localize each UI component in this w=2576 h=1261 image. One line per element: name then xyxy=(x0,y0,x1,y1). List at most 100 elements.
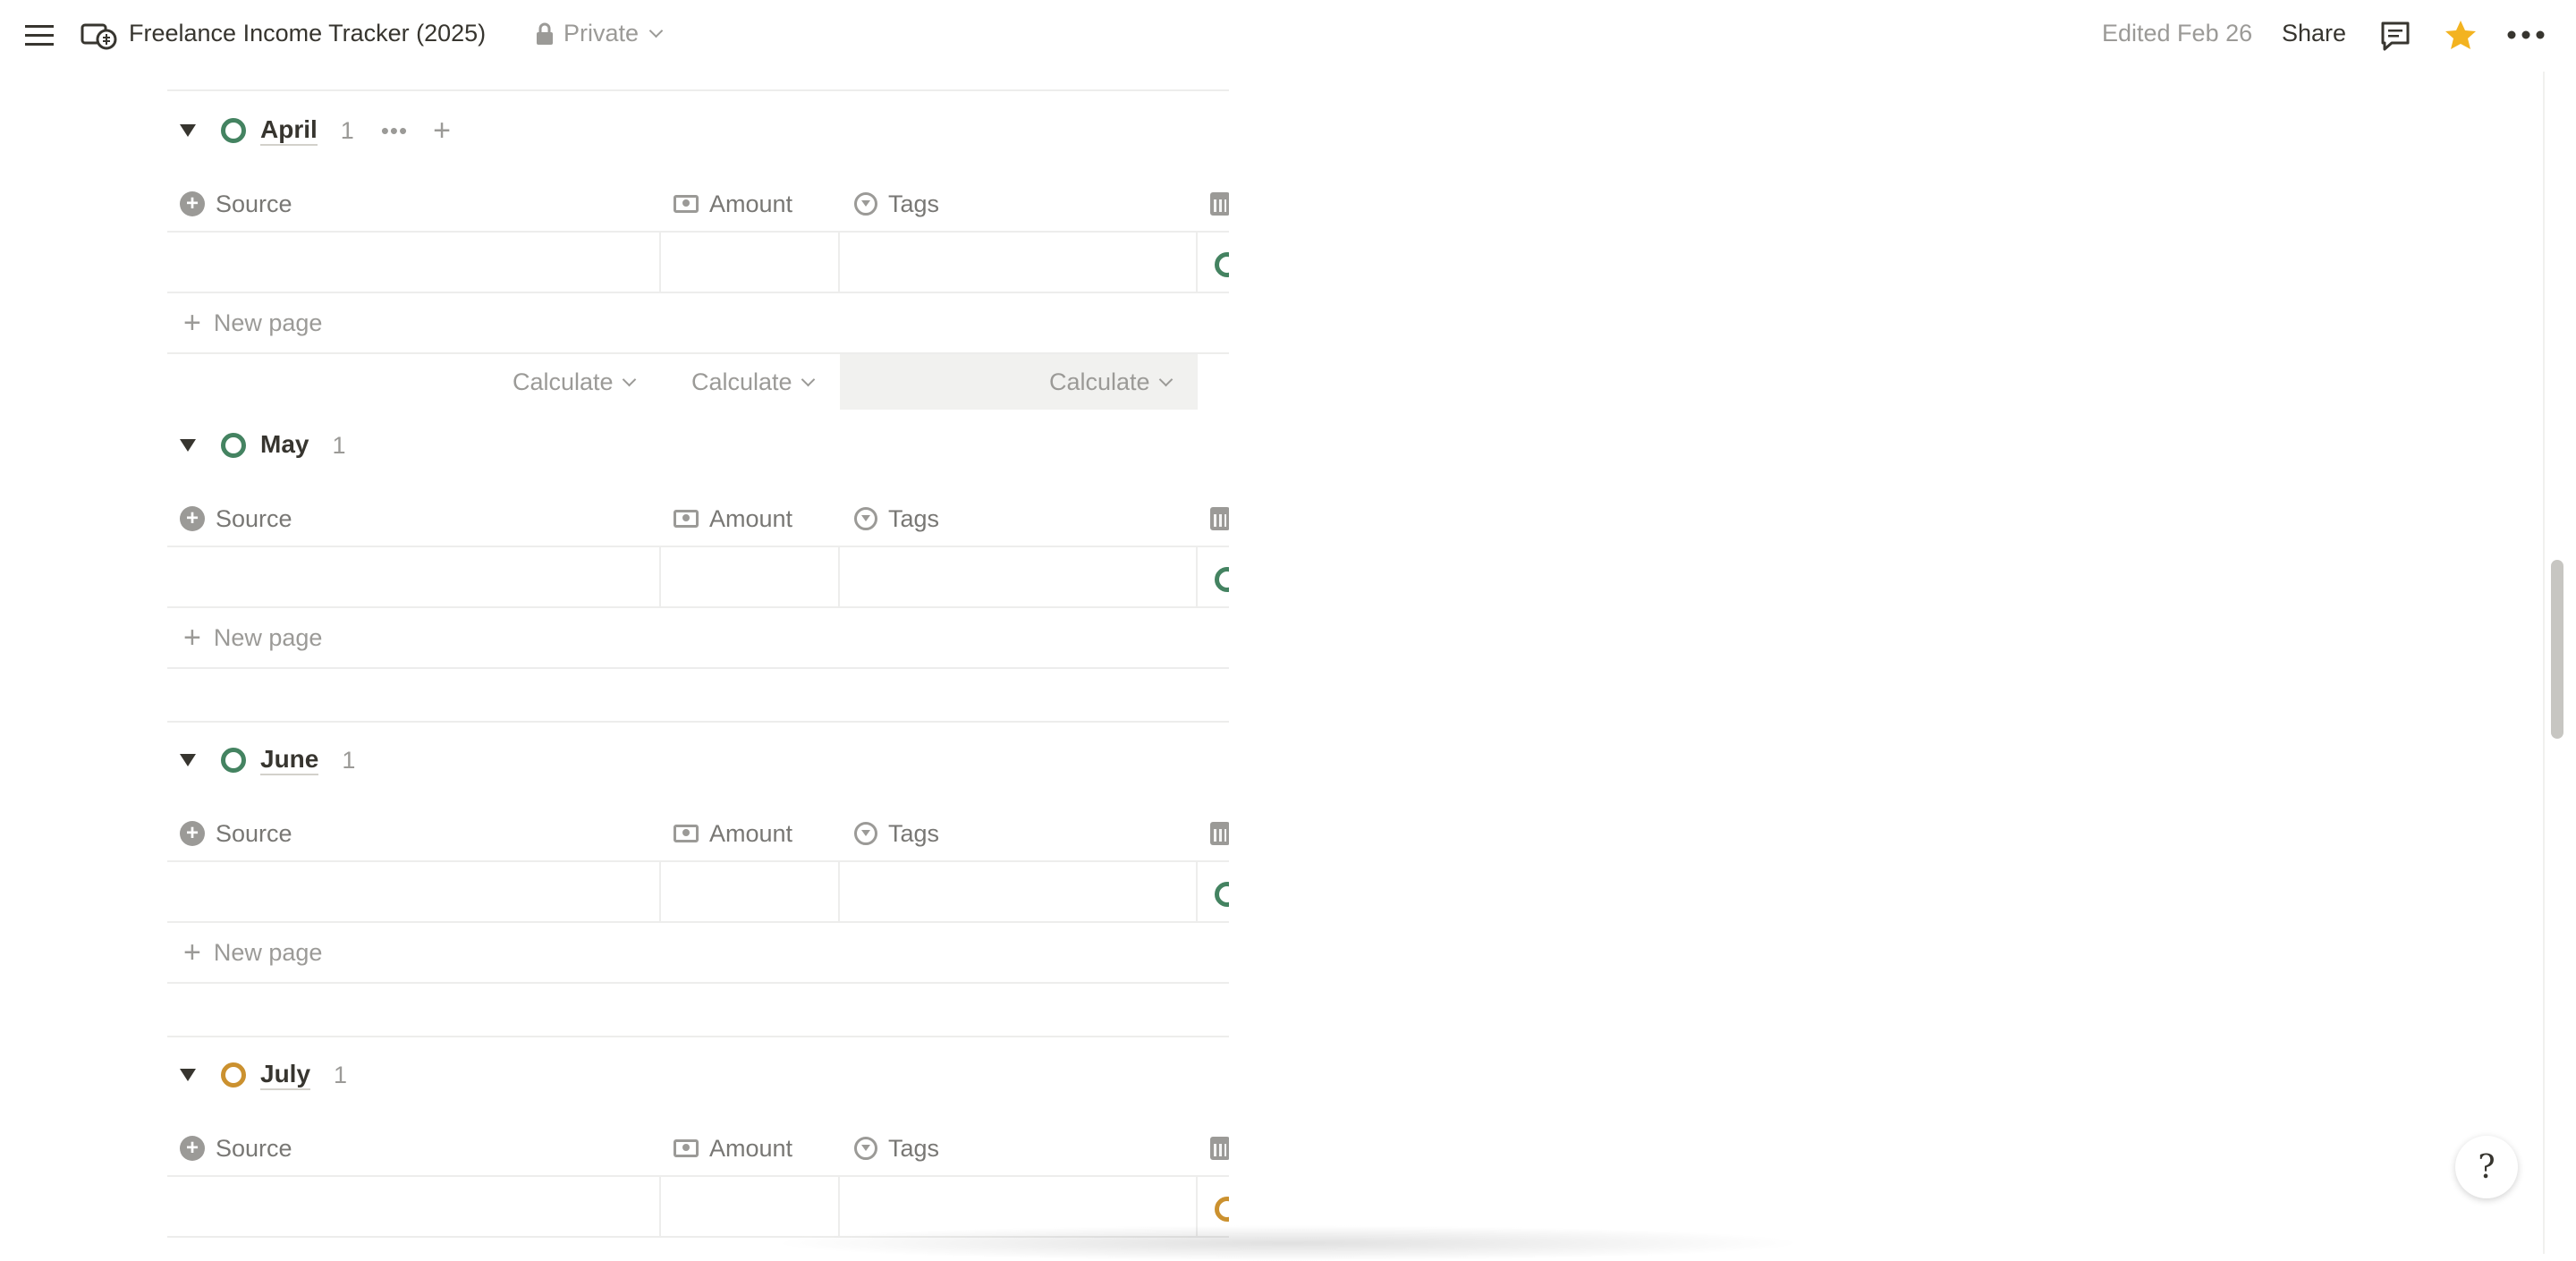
status-icon xyxy=(1215,882,1229,907)
column-tags[interactable]: Tags xyxy=(854,807,939,860)
column-date[interactable] xyxy=(1210,177,1229,231)
column-amount[interactable]: Amount xyxy=(674,1121,792,1175)
select-icon xyxy=(854,822,877,845)
cell-divider xyxy=(659,547,661,606)
column-label: Source xyxy=(216,504,292,532)
column-label: Source xyxy=(216,1134,292,1162)
status-icon xyxy=(221,748,246,773)
group-more-icon[interactable]: ••• xyxy=(381,117,408,145)
board-view: April 1 ••• + + Source Amount Tags + New … xyxy=(167,89,1229,1254)
column-label: Amount xyxy=(709,819,793,847)
column-tags[interactable]: Tags xyxy=(854,177,939,231)
cell-divider xyxy=(838,862,840,921)
calculate-label: Calculate xyxy=(513,368,614,395)
table-row[interactable] xyxy=(167,862,1229,923)
column-amount[interactable]: Amount xyxy=(674,807,792,860)
group-name[interactable]: May xyxy=(260,430,309,461)
select-icon xyxy=(854,507,877,530)
column-source[interactable]: + Source xyxy=(180,492,292,546)
column-source[interactable]: + Source xyxy=(180,177,292,231)
status-icon xyxy=(221,433,246,458)
group-name[interactable]: April xyxy=(260,115,318,146)
column-tags[interactable]: Tags xyxy=(854,1121,939,1175)
new-page-label: New page xyxy=(213,623,323,651)
column-date[interactable] xyxy=(1210,1121,1229,1175)
calendar-icon xyxy=(1210,1137,1229,1160)
scrollbar-track xyxy=(2543,72,2545,1254)
column-amount[interactable]: Amount xyxy=(674,492,792,546)
page-title[interactable]: Freelance Income Tracker (2025) xyxy=(129,20,486,47)
calculate-row: Calculate Calculate Calculate xyxy=(167,354,1229,410)
group-divider xyxy=(167,1036,1229,1037)
plus-circle-icon: + xyxy=(180,821,205,846)
group-april: April 1 ••• + + Source Amount Tags + New … xyxy=(167,104,1229,410)
visibility-menu[interactable]: Private xyxy=(535,20,664,47)
more-options-icon[interactable] xyxy=(2506,21,2546,48)
plus-circle-icon: + xyxy=(180,1136,205,1161)
cell-divider xyxy=(838,547,840,606)
comments-icon[interactable] xyxy=(2379,20,2411,52)
new-page-label: New page xyxy=(213,938,323,966)
column-label: Source xyxy=(216,819,292,847)
group-add-icon[interactable]: + xyxy=(433,114,451,148)
table-header: + Source Amount Tags xyxy=(167,1121,1229,1177)
cell-divider xyxy=(1196,233,1198,292)
chevron-down-icon xyxy=(1158,372,1173,386)
cell-divider xyxy=(659,233,661,292)
menu-icon[interactable] xyxy=(23,20,55,52)
column-amount[interactable]: Amount xyxy=(674,177,792,231)
money-icon xyxy=(674,825,699,842)
scrollbar-thumb[interactable] xyxy=(2551,560,2563,739)
calculate-button[interactable]: Calculate xyxy=(513,354,636,410)
edited-timestamp: Edited Feb 26 xyxy=(2102,20,2253,47)
new-page-button[interactable]: + New page xyxy=(167,923,1229,984)
status-icon xyxy=(221,118,246,143)
collapse-caret-icon[interactable] xyxy=(180,754,196,766)
cell-divider xyxy=(1196,547,1198,606)
chevron-down-icon xyxy=(801,372,815,386)
new-page-button[interactable]: + New page xyxy=(167,608,1229,669)
chevron-down-icon xyxy=(648,23,664,38)
status-icon xyxy=(1215,252,1229,277)
group-may: May 1 + Source Amount Tags + New page xyxy=(167,419,1229,678)
collapse-caret-icon[interactable] xyxy=(180,1069,196,1081)
column-label: Amount xyxy=(709,190,793,217)
calculate-button[interactable]: Calculate xyxy=(691,354,815,410)
visibility-label: Private xyxy=(564,20,640,47)
bottom-shadow xyxy=(769,1225,1807,1261)
calculate-button[interactable]: Calculate xyxy=(1049,354,1173,410)
column-label: Amount xyxy=(709,504,793,532)
column-label: Tags xyxy=(888,190,940,217)
collapse-caret-icon[interactable] xyxy=(180,124,196,137)
table-header: + Source Amount Tags xyxy=(167,177,1229,233)
group-june: June 1 + Source Amount Tags + New page xyxy=(167,733,1229,993)
column-tags[interactable]: Tags xyxy=(854,492,939,546)
group-july: July 1 + Source Amount Tags xyxy=(167,1048,1229,1254)
calculate-label: Calculate xyxy=(1049,368,1150,395)
group-count: 1 xyxy=(334,1061,348,1088)
group-header: June 1 xyxy=(167,733,355,787)
group-name[interactable]: June xyxy=(260,745,319,775)
top-bar: Freelance Income Tracker (2025) Private … xyxy=(0,0,2576,72)
group-header: May 1 xyxy=(167,419,346,472)
column-label: Amount xyxy=(709,1134,793,1162)
new-page-label: New page xyxy=(213,309,323,336)
table-row[interactable] xyxy=(167,233,1229,293)
table-row[interactable] xyxy=(167,547,1229,608)
column-date[interactable] xyxy=(1210,807,1229,860)
column-date[interactable] xyxy=(1210,492,1229,546)
collapse-caret-icon[interactable] xyxy=(180,439,196,452)
favorite-star-icon[interactable] xyxy=(2443,18,2479,54)
table-header: + Source Amount Tags xyxy=(167,492,1229,547)
new-page-button[interactable]: + New page xyxy=(167,293,1229,354)
group-name[interactable]: July xyxy=(260,1060,311,1090)
group-count: 1 xyxy=(342,746,356,774)
share-button[interactable]: Share xyxy=(2282,20,2346,47)
money-icon xyxy=(674,1139,699,1157)
cell-divider xyxy=(838,233,840,292)
column-source[interactable]: + Source xyxy=(180,1121,292,1175)
column-source[interactable]: + Source xyxy=(180,807,292,860)
help-icon: ? xyxy=(2478,1148,2496,1186)
column-label: Tags xyxy=(888,819,940,847)
help-button[interactable]: ? xyxy=(2455,1136,2518,1198)
